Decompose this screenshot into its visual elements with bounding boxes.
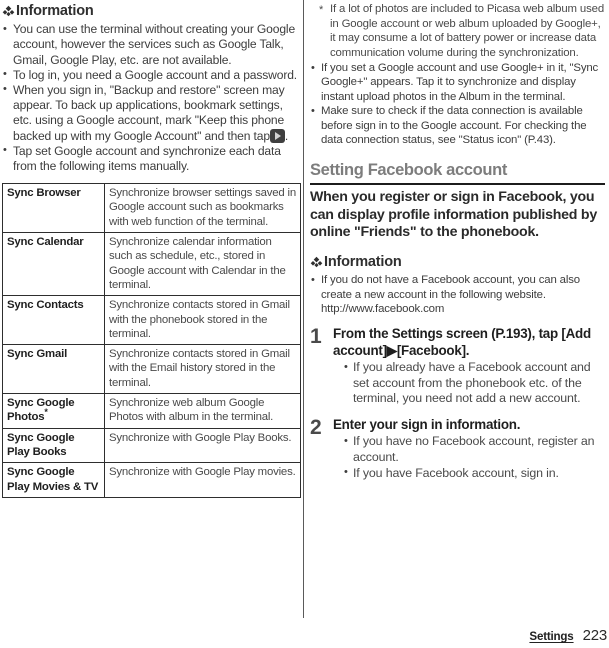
table-cell-name: Sync Google Photos* [2, 393, 105, 429]
information-heading-left: Information [2, 2, 301, 20]
row-name-text: Sync Gmail [7, 348, 68, 361]
diamond-ornament-icon [2, 5, 15, 18]
table-row: Sync Google Photos* Synchronize web albu… [2, 393, 301, 429]
list-item: Make sure to check if the data connectio… [310, 104, 605, 147]
footer-chapter-label: Settings [529, 630, 574, 643]
table-cell-name: Sync Contacts [2, 295, 105, 346]
table-cell-desc: Synchronize browser settings saved in Go… [104, 183, 301, 234]
row-name-text: Sync Google Play Books [7, 431, 75, 458]
bullet-text: When you sign in, "Backup and restore" s… [13, 82, 285, 143]
right-info-bullet-list: If you set a Google account and use Goog… [310, 60, 605, 147]
footer-page-number: 223 [582, 627, 608, 644]
table-cell-name: Sync Gmail [2, 344, 105, 395]
table-cell-desc: Synchronize contacts stored in Gmail wit… [104, 344, 301, 395]
table-row: Sync Browser Synchronize browser setting… [2, 183, 301, 234]
table-cell-desc: Synchronize calendar information such as… [104, 232, 301, 297]
step-2-number: 2 [310, 415, 322, 439]
row-name-text: Sync Calendar [7, 236, 84, 249]
list-item: When you sign in, "Backup and restore" s… [2, 82, 301, 144]
information-heading-right-label: Information [324, 254, 402, 271]
step-1-body: From the Settings screen (P.193), tap [A… [333, 326, 605, 407]
bullet-text: Tap set Google account and synchronize e… [13, 143, 281, 173]
row-name-text: Sync Google Play Movies & TV [7, 466, 99, 493]
step-1-number: 1 [310, 325, 322, 349]
left-info-bullet-list: You can use the terminal without creatin… [2, 22, 301, 174]
list-item: To log in, you need a Google account and… [2, 67, 301, 83]
bullet-text-suffix: . [284, 128, 289, 143]
table-row: Sync Google Play Books Synchronize with … [2, 427, 301, 464]
diamond-ornament-icon [310, 256, 323, 269]
bullet-text: If you have Facebook account, sign in. [353, 465, 559, 480]
table-row: Sync Calendar Synchronize calendar infor… [2, 232, 301, 297]
bullet-text: You can use the terminal without creatin… [13, 22, 296, 67]
picasa-footnote: If a lot of photos are included to Picas… [310, 2, 605, 60]
table-cell-name: Sync Google Play Books [2, 427, 105, 464]
step-1: 1 From the Settings screen (P.193), tap … [310, 326, 605, 407]
bullet-text: If you set a Google account and use Goog… [321, 62, 599, 103]
step-2-bullet-list: If you have no Facebook account, registe… [333, 434, 605, 481]
table-cell-name: Sync Calendar [2, 232, 105, 297]
left-column: Information You can use the terminal wit… [2, 0, 301, 498]
information-heading-left-label: Information [16, 3, 94, 19]
row-name-text: Sync Contacts [7, 299, 84, 312]
step-2: 2 Enter your sign in information. If you… [310, 417, 605, 481]
manual-page: Information You can use the terminal wit… [0, 0, 609, 648]
column-divider [303, 0, 304, 618]
information-heading-right: Information [310, 253, 605, 271]
right-column: If a lot of photos are included to Picas… [310, 0, 605, 481]
table-cell-name: Sync Google Play Movies & TV [2, 462, 105, 498]
footnote-marker: * [44, 407, 48, 418]
row-name-text: Sync Browser [7, 187, 81, 200]
section-lead-text: When you register or sign in Facebook, y… [310, 189, 597, 241]
page-footer: Settings 223 [529, 627, 607, 644]
step-1-bullet-list: If you already have a Facebook account a… [333, 360, 605, 407]
section-title-facebook: Setting Facebook account [310, 161, 507, 180]
facebook-info-bullet-list: If you do not have a Facebook account, y… [310, 273, 605, 316]
step-2-body: Enter your sign in information. If you h… [333, 417, 605, 481]
table-row: Sync Google Play Movies & TV Synchronize… [2, 462, 301, 498]
table-cell-desc: Synchronize with Google Play Books. [104, 427, 301, 464]
section-rule [310, 183, 605, 186]
row-name-text: Sync Google Photos [7, 397, 75, 424]
step-2-title: Enter your sign in information. [333, 416, 521, 432]
list-item: You can use the terminal without creatin… [2, 22, 301, 68]
bullet-text: To log in, you need a Google account and… [13, 67, 297, 82]
list-item: If you set a Google account and use Goog… [310, 60, 605, 104]
list-item: Tap set Google account and synchronize e… [2, 143, 301, 174]
table-cell-desc: Synchronize contacts stored in Gmail wit… [104, 295, 301, 346]
sync-items-table: Sync Browser Synchronize browser setting… [2, 183, 301, 498]
list-item: If you have Facebook account, sign in. [343, 465, 605, 482]
list-item: If you do not have a Facebook account, y… [310, 273, 605, 316]
bullet-text: If you already have a Facebook account a… [353, 360, 591, 406]
bullet-text: If you do not have a Facebook account, y… [321, 274, 580, 315]
table-row: Sync Gmail Synchronize contacts stored i… [2, 344, 301, 395]
bullet-text: If you have no Facebook account, registe… [353, 434, 595, 464]
play-button-icon [269, 128, 285, 143]
table-cell-desc: Synchronize web album Google Photos with… [104, 393, 301, 429]
list-item: If you already have a Facebook account a… [343, 360, 605, 407]
bullet-text: Make sure to check if the data connectio… [321, 105, 587, 147]
list-item: If you have no Facebook account, registe… [343, 434, 605, 465]
table-cell-desc: Synchronize with Google Play movies. [104, 462, 301, 498]
step-1-title: From the Settings screen (P.193), tap [A… [333, 326, 591, 358]
table-row: Sync Contacts Synchronize contacts store… [2, 295, 301, 346]
table-cell-name: Sync Browser [2, 183, 105, 234]
